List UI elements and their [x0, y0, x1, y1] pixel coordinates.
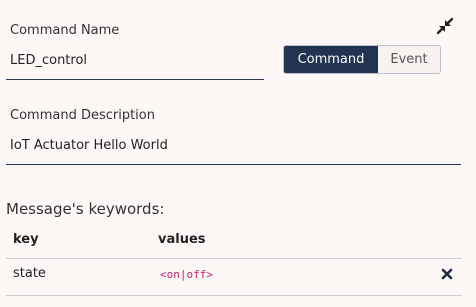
collapse-arrows-icon[interactable]	[435, 16, 455, 36]
command-description-label: Command Description	[10, 108, 155, 123]
event-toggle-button[interactable]: Event	[378, 46, 440, 73]
command-description-underline	[6, 164, 461, 165]
keywords-section-title: Message's keywords:	[6, 200, 165, 218]
keywords-column-values: values	[158, 232, 206, 247]
keywords-column-key: key	[13, 232, 39, 247]
command-description-input[interactable]: IoT Actuator Hello World	[10, 138, 168, 153]
command-name-underline	[6, 79, 264, 80]
keyword-key-cell: state	[13, 266, 46, 281]
command-name-input[interactable]: LED_control	[10, 53, 87, 68]
keyword-values-cell: <on|off>	[160, 268, 213, 281]
command-name-label: Command Name	[10, 23, 120, 38]
keywords-header-divider	[6, 258, 462, 259]
command-type-toggle: Command Event	[283, 45, 441, 74]
command-toggle-button[interactable]: Command	[284, 46, 378, 73]
keywords-row-divider	[6, 295, 462, 296]
delete-x-icon[interactable]	[441, 268, 453, 280]
